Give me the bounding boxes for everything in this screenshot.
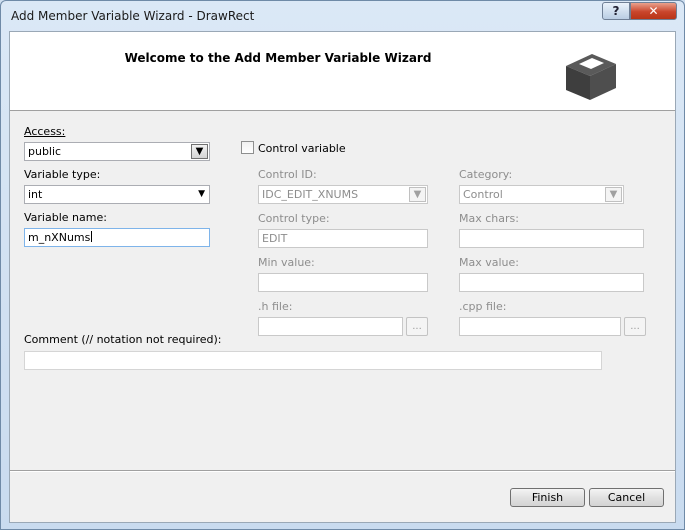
ellipsis-icon: ... [630, 321, 640, 332]
banner-title: Welcome to the Add Member Variable Wizar… [124, 51, 432, 65]
max-chars-input[interactable] [459, 229, 644, 248]
max-value-input[interactable] [459, 273, 644, 292]
cpp-file-label: .cpp file: [459, 300, 507, 313]
control-type-label: Control type: [258, 212, 330, 225]
ellipsis-icon: ... [412, 321, 422, 332]
control-variable-checkbox[interactable] [241, 141, 254, 154]
access-label: Access: [24, 125, 66, 138]
min-value-input[interactable] [258, 273, 428, 292]
chevron-down-icon[interactable]: ▼ [605, 187, 622, 202]
category-value: Control [463, 188, 503, 201]
control-variable-label[interactable]: Control variable [258, 142, 346, 155]
dialog-client-area: Welcome to the Add Member Variable Wizar… [9, 31, 676, 523]
title-bar[interactable]: Add Member Variable Wizard - DrawRect ? … [1, 1, 684, 31]
variable-type-value: int [28, 188, 43, 201]
control-type-value: EDIT [262, 232, 288, 245]
access-value: public [28, 145, 62, 158]
variable-name-value: m_nXNums [28, 231, 91, 244]
access-combo[interactable]: public ▼ [24, 142, 210, 161]
help-icon: ? [612, 4, 620, 18]
cpp-file-input[interactable] [459, 317, 621, 336]
comment-input[interactable] [24, 351, 602, 370]
min-value-label: Min value: [258, 256, 315, 269]
close-button[interactable]: ✕ [630, 2, 677, 20]
window-title: Add Member Variable Wizard - DrawRect [11, 9, 255, 23]
chevron-down-icon[interactable]: ▼ [409, 187, 426, 202]
max-value-label: Max value: [459, 256, 519, 269]
variable-name-label: Variable name: [24, 211, 107, 224]
category-label: Category: [459, 168, 513, 181]
category-combo[interactable]: Control ▼ [459, 185, 624, 204]
text-cursor [91, 231, 93, 242]
variable-name-input[interactable]: m_nXNums [24, 228, 210, 247]
h-file-label: .h file: [258, 300, 293, 313]
cancel-button[interactable]: Cancel [589, 488, 664, 507]
footer-separator [10, 470, 675, 472]
comment-label: Comment (// notation not required): [24, 333, 222, 346]
cpp-file-browse-button[interactable]: ... [624, 317, 646, 336]
caret-down-icon[interactable]: ▼ [198, 189, 205, 199]
variable-type-label: Variable type: [24, 168, 101, 181]
control-type-field[interactable]: EDIT [258, 229, 428, 248]
wizard-banner: Welcome to the Add Member Variable Wizar… [10, 32, 675, 111]
chevron-down-icon[interactable]: ▼ [191, 144, 208, 159]
max-chars-label: Max chars: [459, 212, 519, 225]
close-icon: ✕ [648, 4, 659, 18]
control-id-value: IDC_EDIT_XNUMS [262, 188, 359, 201]
dialog-window: Add Member Variable Wizard - DrawRect ? … [0, 0, 685, 530]
3d-box-icon [566, 54, 616, 100]
control-id-combo[interactable]: IDC_EDIT_XNUMS ▼ [258, 185, 428, 204]
variable-type-combo[interactable]: int ▼ [24, 185, 210, 204]
h-file-browse-button[interactable]: ... [406, 317, 428, 336]
h-file-input[interactable] [258, 317, 403, 336]
help-button[interactable]: ? [602, 2, 630, 20]
finish-button[interactable]: Finish [510, 488, 585, 507]
control-id-label: Control ID: [258, 168, 317, 181]
